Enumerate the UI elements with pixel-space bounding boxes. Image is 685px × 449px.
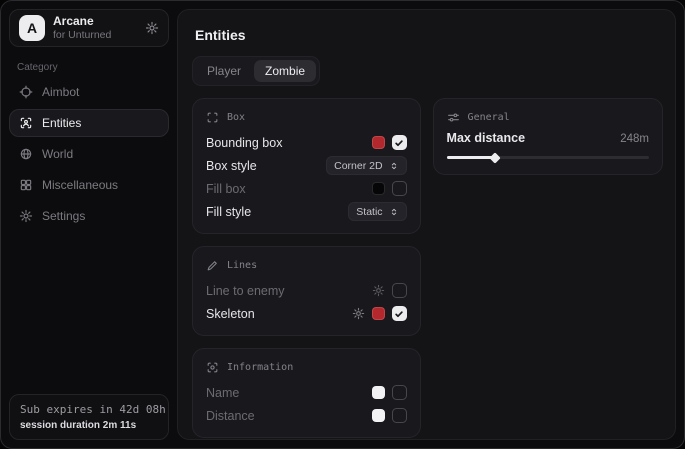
sidebar-item-world[interactable]: World	[9, 140, 169, 168]
color-swatch[interactable]	[372, 409, 385, 422]
row-label: Name	[206, 386, 239, 400]
row-label: Fill style	[206, 205, 251, 219]
row-fill-box: Fill box	[206, 177, 407, 200]
gear-icon	[19, 209, 33, 223]
row-label: Box style	[206, 159, 257, 173]
distance-checkbox[interactable]	[392, 408, 407, 423]
row-label: Bounding box	[206, 136, 282, 150]
brand-card: A Arcane for Unturned	[9, 9, 169, 47]
sidebar-item-aimbot[interactable]: Aimbot	[9, 78, 169, 106]
chevrons-up-down-icon	[389, 161, 399, 171]
sidebar-item-label: World	[42, 147, 73, 161]
scan-icon	[206, 111, 219, 124]
grid-icon	[19, 178, 33, 192]
row-bounding-box: Bounding box	[206, 131, 407, 154]
subscription-status-card: Sub expires in 42d 08h session duration …	[9, 394, 169, 440]
row-fill-style: Fill style Static	[206, 200, 407, 223]
fill-style-select[interactable]: Static	[348, 202, 406, 221]
pencil-icon	[206, 259, 219, 272]
row-label: Distance	[206, 409, 255, 423]
row-label: Skeleton	[206, 307, 255, 321]
slider-value: 248m	[620, 133, 649, 145]
row-name: Name	[206, 381, 407, 404]
app-title: Arcane	[53, 15, 111, 29]
main-panel: Entities Player Zombie Box	[177, 9, 676, 440]
scan-person-icon	[19, 116, 33, 130]
app-logo: A	[19, 15, 45, 41]
entity-tabs: Player Zombie	[192, 56, 320, 86]
sidebar-item-label: Aimbot	[42, 85, 79, 99]
sidebar-item-label: Settings	[42, 209, 85, 223]
sub-expiry-text: Sub expires in 42d 08h	[20, 403, 158, 416]
sidebar-nav: Aimbot Entities	[9, 78, 169, 230]
row-distance: Distance	[206, 404, 407, 427]
card-title: General	[468, 112, 510, 123]
row-max-distance: Max distance 248m	[447, 131, 649, 145]
slider-fill	[447, 156, 496, 159]
name-checkbox[interactable]	[392, 385, 407, 400]
line-to-enemy-checkbox[interactable]	[392, 283, 407, 298]
box-style-select[interactable]: Corner 2D	[326, 156, 406, 175]
color-swatch[interactable]	[372, 307, 385, 320]
app-subtitle: for Unturned	[53, 29, 111, 41]
row-label: Line to enemy	[206, 284, 285, 298]
select-value: Corner 2D	[334, 160, 382, 172]
color-swatch[interactable]	[372, 136, 385, 149]
fill-box-checkbox[interactable]	[392, 181, 407, 196]
sidebar-item-miscellaneous[interactable]: Miscellaneous	[9, 171, 169, 199]
sidebar-item-settings[interactable]: Settings	[9, 202, 169, 230]
globe-icon	[19, 147, 33, 161]
tab-player[interactable]: Player	[196, 60, 252, 82]
info-scan-icon	[206, 361, 219, 374]
chevrons-up-down-icon	[389, 207, 399, 217]
card-title: Information	[227, 362, 293, 373]
slider-thumb[interactable]	[489, 152, 500, 163]
sidebar-item-entities[interactable]: Entities	[9, 109, 169, 137]
row-skeleton: Skeleton	[206, 302, 407, 325]
card-title: Box	[227, 112, 245, 123]
box-card: Box Bounding box Box style	[192, 98, 421, 234]
sidebar-item-label: Miscellaneous	[42, 178, 118, 192]
tab-zombie[interactable]: Zombie	[254, 60, 316, 82]
sliders-icon	[447, 111, 460, 124]
session-duration-text: session duration 2m 11s	[20, 420, 158, 431]
bounding-box-checkbox[interactable]	[392, 135, 407, 150]
max-distance-slider[interactable]	[447, 153, 649, 162]
skeleton-checkbox[interactable]	[392, 306, 407, 321]
general-card: General Max distance 248m	[433, 98, 663, 175]
row-label: Fill box	[206, 182, 246, 196]
sidebar: A Arcane for Unturned Category	[1, 1, 177, 448]
row-line-to-enemy: Line to enemy	[206, 279, 407, 302]
row-box-style: Box style Corner 2D	[206, 154, 407, 177]
gear-icon[interactable]	[145, 21, 159, 35]
gear-icon[interactable]	[372, 284, 385, 297]
slider-label: Max distance	[447, 131, 526, 145]
information-card: Information Name Distance	[192, 348, 421, 438]
color-swatch[interactable]	[372, 386, 385, 399]
page-title: Entities	[195, 27, 658, 43]
app-window: A Arcane for Unturned Category	[0, 0, 685, 449]
category-label: Category	[17, 62, 161, 73]
select-value: Static	[356, 206, 382, 218]
sidebar-item-label: Entities	[42, 116, 81, 130]
card-title: Lines	[227, 260, 257, 271]
color-swatch[interactable]	[372, 182, 385, 195]
gear-icon[interactable]	[352, 307, 365, 320]
crosshair-icon	[19, 85, 33, 99]
lines-card: Lines Line to enemy	[192, 246, 421, 336]
